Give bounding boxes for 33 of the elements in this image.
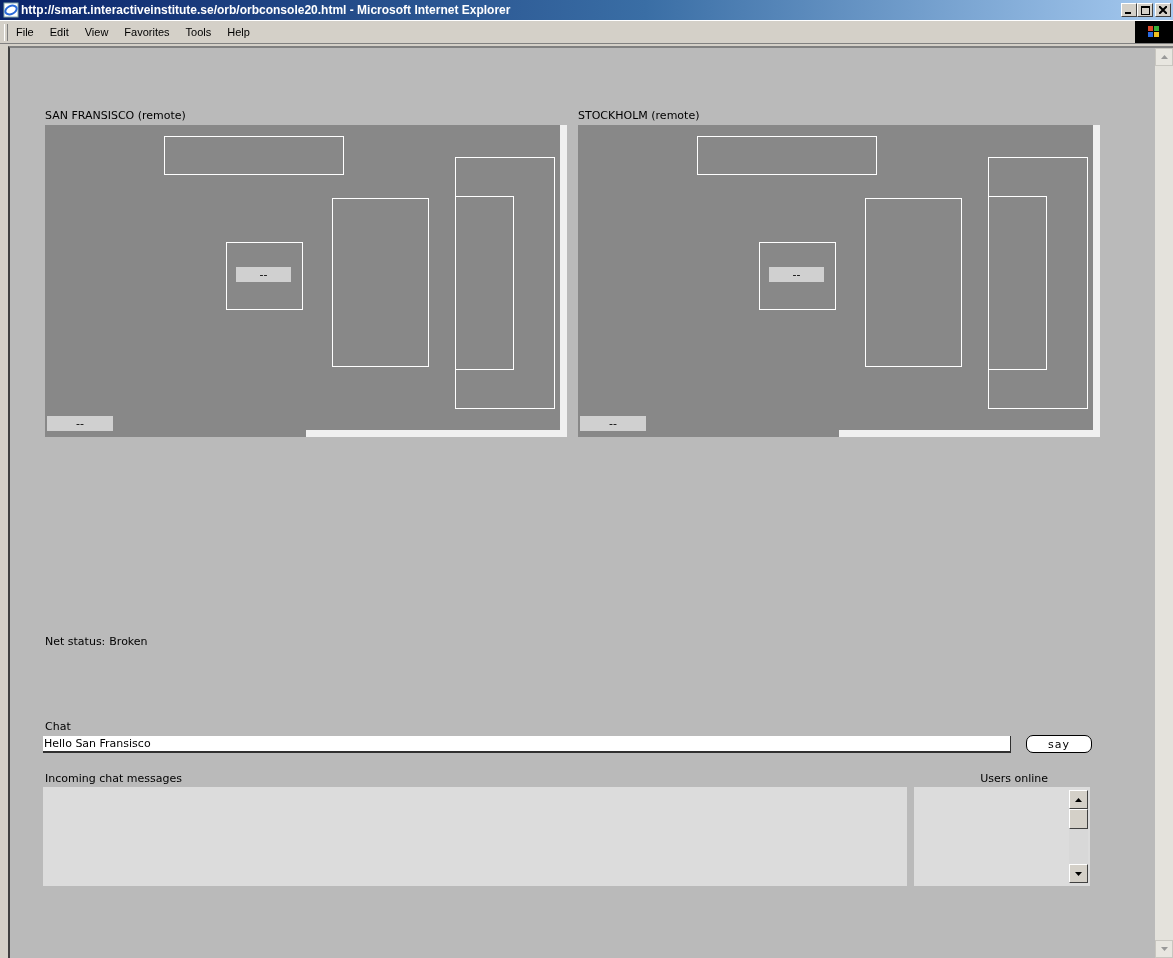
up-arrow-icon (1160, 55, 1168, 59)
window-title: http://smart.interactiveinstitute.se/orb/orbconsole20.html - Microsoft Internet Explorer (21, 3, 512, 17)
down-arrow-icon (1075, 871, 1082, 876)
toolbar-grip (4, 23, 8, 41)
menu-item[interactable]: View (84, 26, 109, 38)
close-icon (1159, 6, 1167, 14)
room-title: STOCKHOLM (remote) (578, 108, 701, 124)
down-arrow-icon (1160, 947, 1168, 951)
maximize-button[interactable] (1137, 3, 1153, 17)
menu-item[interactable]: Edit (49, 26, 69, 38)
maximize-icon (1140, 5, 1150, 15)
minimize-button[interactable] (1121, 3, 1137, 17)
chat-input[interactable]: Hello San Fransisco (43, 735, 1011, 753)
windows-logo (1135, 21, 1173, 43)
status-value: Broken (109, 634, 148, 648)
users-label: Users online (980, 771, 1048, 787)
browser-icon (3, 2, 19, 18)
say-button[interactable]: say (1026, 735, 1092, 753)
device-label: -- (47, 416, 113, 431)
menu-item[interactable]: Tools (185, 26, 212, 38)
incoming-label: Incoming chat messages (45, 771, 182, 787)
device-label: -- (580, 416, 646, 431)
menu-item[interactable]: Favorites (124, 26, 170, 38)
menu-item[interactable]: File (16, 26, 34, 38)
device-label: -- (769, 267, 824, 282)
device-label: -- (236, 267, 291, 282)
menu-item[interactable]: Help (227, 26, 250, 38)
close-button[interactable] (1155, 3, 1171, 17)
room-title: SAN FRANSISCO (remote) (45, 108, 187, 124)
scroll-thumb[interactable] (1069, 809, 1088, 829)
status-label: Net status: (45, 634, 106, 648)
up-arrow-icon (1075, 797, 1082, 802)
chat-label: Chat (45, 719, 72, 735)
